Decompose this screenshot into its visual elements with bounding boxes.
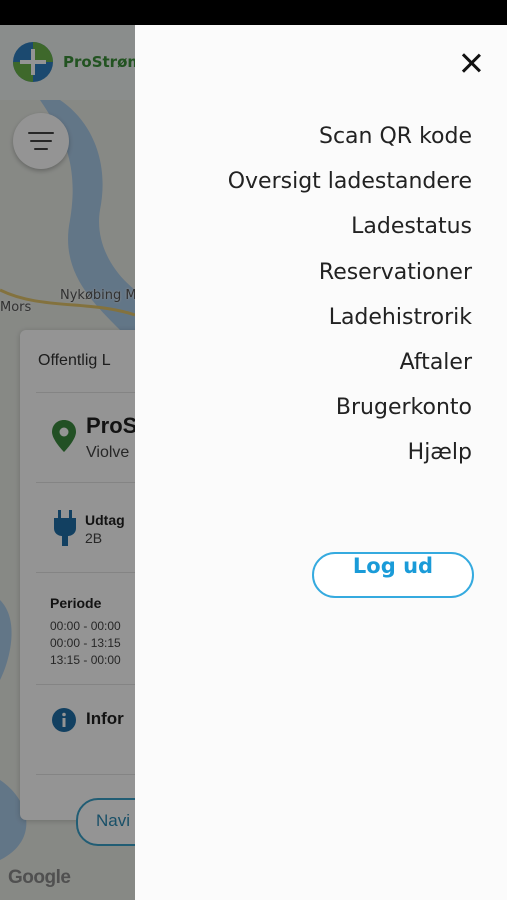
drawer-menu: Scan QR kode Oversigt ladestandere Lades… — [228, 123, 472, 485]
logout-button-label: Log ud — [352, 554, 434, 578]
navigation-drawer: Scan QR kode Oversigt ladestandere Lades… — [135, 25, 507, 900]
status-bar — [0, 0, 507, 25]
menu-item-user-account[interactable]: Brugerkonto — [228, 394, 472, 439]
logout-button[interactable]: Log ud — [312, 552, 474, 598]
menu-item-charge-history[interactable]: Ladehistrorik — [228, 304, 472, 349]
close-icon[interactable] — [455, 47, 487, 79]
app-screen: ProStrøm Mors Nykøbing Mors Offentlig L — [0, 25, 507, 900]
menu-item-help[interactable]: Hjælp — [228, 439, 472, 484]
menu-item-charge-status[interactable]: Ladestatus — [228, 213, 472, 258]
menu-item-charger-overview[interactable]: Oversigt ladestandere — [228, 168, 472, 213]
menu-item-agreements[interactable]: Aftaler — [228, 349, 472, 394]
menu-item-reservations[interactable]: Reservationer — [228, 259, 472, 304]
menu-item-scan-qr[interactable]: Scan QR kode — [228, 123, 472, 168]
